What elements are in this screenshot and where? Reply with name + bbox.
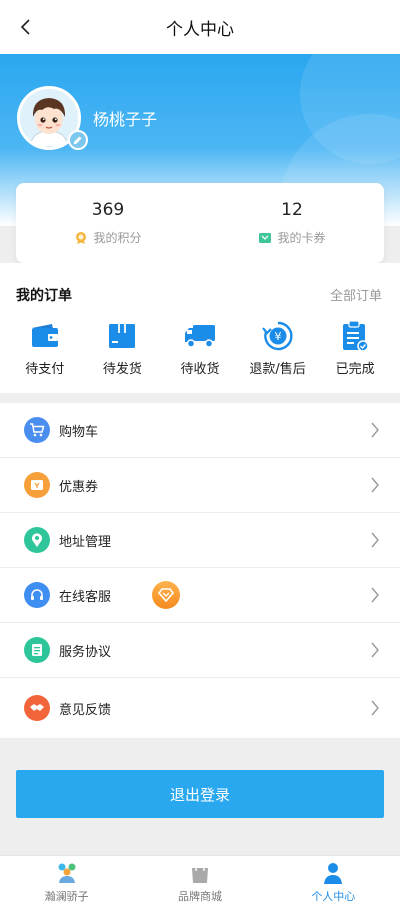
- order-label: 退款/售后: [249, 362, 306, 377]
- navbar: 个人中心: [0, 0, 400, 54]
- coupon-icon: [24, 472, 50, 498]
- menu-item-label: 地址管理: [59, 534, 112, 550]
- order-pending-payment[interactable]: 待支付: [9, 321, 81, 381]
- order-refund[interactable]: ¥ 退款/售后: [242, 321, 314, 381]
- menu-item-address[interactable]: 地址管理: [0, 513, 400, 568]
- tab-label: 品牌商城: [177, 890, 222, 903]
- menu-item-label: 意见反馈: [59, 702, 112, 718]
- page-title: 个人中心: [166, 19, 234, 40]
- tab-brand-mall[interactable]: 品牌商城: [133, 856, 266, 907]
- coupons-label: 我的卡券: [277, 231, 326, 245]
- headset-icon: [24, 582, 50, 608]
- clipboard-check-icon: [343, 320, 369, 352]
- tab-profile[interactable]: 个人中心: [267, 856, 400, 907]
- person-icon: [324, 863, 343, 884]
- refund-icon: ¥: [261, 321, 293, 351]
- menu-item-coupons[interactable]: 优惠券: [0, 458, 400, 513]
- menu-item-label: 购物车: [59, 424, 99, 440]
- all-orders-link[interactable]: 全部订单: [330, 285, 382, 304]
- order-completed[interactable]: 已完成: [319, 320, 391, 381]
- order-to-receive[interactable]: 待收货: [164, 321, 236, 381]
- edit-icon: [74, 136, 82, 144]
- menu-item-cart[interactable]: 购物车: [0, 403, 400, 458]
- tab-home[interactable]: 瀚澜骄子: [0, 856, 133, 907]
- menu-item-service-agreement[interactable]: 服务协议: [0, 623, 400, 678]
- chevron-left-icon: [20, 19, 30, 35]
- card-icon: [259, 232, 272, 243]
- chevron-right-icon: [371, 532, 379, 548]
- wallet-icon: [31, 324, 58, 347]
- tab-label: 个人中心: [311, 890, 356, 903]
- coupons-stat[interactable]: 12 我的卡券: [200, 183, 384, 263]
- username: 杨桃子子: [93, 110, 158, 129]
- menu-item-label: 服务协议: [59, 644, 112, 660]
- floating-service-button[interactable]: [152, 581, 180, 609]
- tab-label: 瀚澜骄子: [44, 890, 89, 903]
- group-icon: [58, 863, 76, 883]
- handshake-icon: [24, 695, 50, 721]
- coupons-value: 12: [281, 200, 303, 220]
- svg-text:¥: ¥: [274, 330, 281, 343]
- orders-title: 我的订单: [16, 288, 72, 304]
- chevron-right-icon: [371, 477, 379, 493]
- order-label: 已完成: [335, 362, 375, 377]
- menu-item-label: 在线客服: [59, 589, 112, 605]
- menu-item-support[interactable]: 在线客服: [0, 568, 400, 623]
- chevron-right-icon: [371, 587, 379, 603]
- points-stat[interactable]: 369 我的积分: [16, 183, 200, 263]
- document-icon: [24, 637, 50, 663]
- location-pin-icon: [24, 527, 50, 553]
- points-value: 369: [91, 200, 125, 220]
- menu-item-feedback[interactable]: 意见反馈: [0, 678, 400, 738]
- menu-list: 购物车 优惠券 地址管理 在线客服 服务协议 意见反馈: [0, 403, 400, 738]
- order-label: 待收货: [180, 362, 220, 377]
- edit-profile-button[interactable]: [68, 130, 88, 150]
- cart-icon: [24, 417, 50, 443]
- order-to-ship[interactable]: 待发货: [86, 321, 158, 381]
- chevron-right-icon: [371, 642, 379, 658]
- back-button[interactable]: [12, 13, 40, 41]
- order-label: 待支付: [25, 362, 65, 377]
- medal-icon: [76, 231, 87, 244]
- points-label: 我的积分: [93, 231, 142, 245]
- box-icon: [109, 324, 136, 348]
- menu-item-label: 优惠券: [59, 479, 99, 495]
- diamond-icon: [158, 588, 174, 602]
- order-label: 待发货: [102, 362, 142, 377]
- stats-card: 369 我的积分 12 我的卡券: [16, 183, 384, 263]
- logout-button[interactable]: 退出登录: [16, 770, 384, 818]
- orders-section: 我的订单 全部订单 待支付 待发货 待收货 ¥ 退款/售后 已完成: [0, 263, 400, 393]
- shopping-bag-icon: [191, 862, 208, 883]
- truck-icon: [184, 325, 215, 348]
- chevron-right-icon: [371, 422, 379, 438]
- tab-bar: 瀚澜骄子 品牌商城 个人中心: [0, 855, 400, 907]
- chevron-right-icon: [371, 700, 379, 716]
